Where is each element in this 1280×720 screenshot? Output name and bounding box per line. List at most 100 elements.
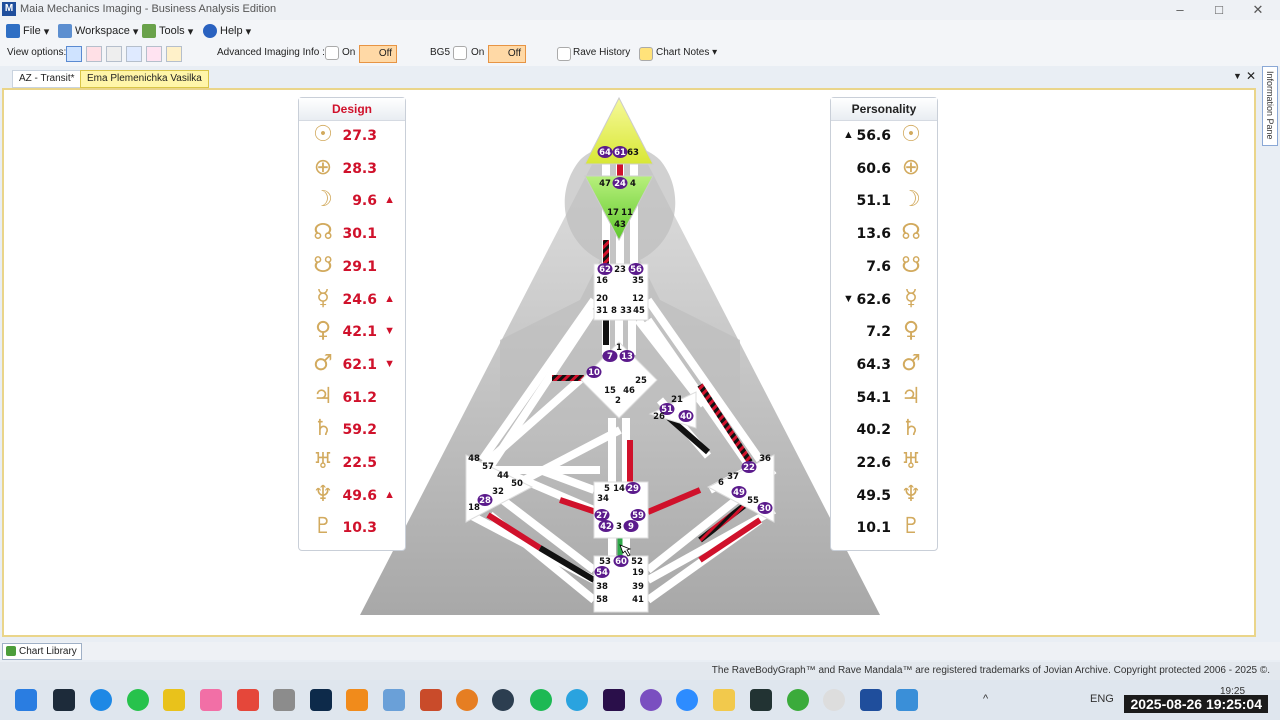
personality-planet-icon: ☊ [901,220,921,246]
gate-label: 2 [615,396,621,406]
personality-row: ☊ 13.6 [831,220,937,250]
chrome-icon[interactable] [787,689,809,711]
photoshop-icon[interactable] [310,689,332,711]
gate-label: 46 [623,386,635,396]
vlc-icon[interactable] [346,689,368,711]
design-row: ⊕ 28.3 [299,155,405,185]
design-gate-value: 9.6 [352,193,377,210]
gate-label: 33 [620,306,632,316]
gate-label: 37 [727,472,739,482]
design-arrow-icon: ▼ [384,325,395,338]
personality-gate-value: 10.1 [856,520,891,537]
gate-label: 22 [743,463,755,473]
design-row: ☋ 29.1 [299,253,405,283]
personality-gate-value: 56.6 [856,128,891,144]
personality-planet-icon: ♇ [901,514,921,540]
start-icon[interactable] [15,689,37,711]
language-indicator[interactable]: ENG [1090,693,1114,705]
gate-label: 61 [614,148,626,158]
edge-icon[interactable] [90,689,112,711]
gate-label: 36 [759,454,771,464]
gate-label: 20 [596,294,608,304]
design-row: ♆ 49.6 ▲ [299,482,405,512]
personality-row: ♃ 54.1 [831,384,937,414]
personality-gate-value: 13.6 [856,226,891,243]
gate-label: 47 [599,179,611,189]
km-player-icon[interactable] [163,689,185,711]
personality-row: ♂ 64.3 [831,351,937,381]
gate-label: 42 [600,522,612,532]
gate-label: 28 [479,496,491,506]
design-arrow-icon: ▲ [384,488,395,501]
terminal-icon[interactable] [53,689,75,711]
whatsapp-icon[interactable] [127,689,149,711]
gate-label: 7 [607,352,613,362]
gate-label: 17 [607,208,619,218]
design-planet-icon: ♆ [313,481,333,507]
design-gate-value: 22.5 [342,455,377,471]
design-planet-icon: ☉ [313,122,333,147]
tray-chevron-icon[interactable]: ^ [983,693,988,705]
personality-arrow-icon: ▼ [843,292,854,305]
personality-title: Personality [831,98,937,121]
gate-label: 54 [596,568,608,578]
clock-app-icon[interactable] [823,689,845,711]
design-row: ♇ 10.3 [299,514,405,544]
file-explorer-icon[interactable] [713,689,735,711]
design-planet-icon: ☋ [313,252,333,278]
personality-row: ♅ 22.6 [831,449,937,479]
anydesk-icon[interactable] [237,689,259,711]
design-gate-value: 24.6 [342,291,377,308]
personality-gate-value: 7.2 [866,324,891,341]
personality-gate-value: 51.1 [856,193,891,210]
design-row: ☉ 27.3 [299,122,405,152]
gate-label: 23 [614,265,626,275]
app-kinemaster-icon[interactable] [750,689,772,711]
spotify-icon[interactable] [530,689,552,711]
design-planet-icon: ♅ [313,449,333,474]
design-arrow-icon: ▲ [384,292,395,305]
gate-label: 21 [671,395,683,405]
gate-label: 24 [614,179,626,189]
design-planet-icon: ♀ [314,318,332,344]
personality-planet-icon: ☋ [901,252,921,278]
gate-label: 48 [468,454,480,464]
design-planet-icon: ♄ [313,416,333,442]
itunes-icon[interactable] [200,689,222,711]
copyright-text: The RaveBodyGraph™ and Rave Mandala™ are… [711,665,1270,676]
gate-label: 34 [597,494,609,504]
personality-row: ♇ 10.1 [831,514,937,544]
personality-row: ☉ 56.6 ▲ [831,122,937,152]
usb-icon[interactable] [273,689,295,711]
powerpoint-icon[interactable] [420,689,442,711]
personality-row: ♄ 40.2 [831,416,937,446]
gate-label: 63 [627,148,639,158]
gate-label: 62 [599,265,611,275]
gate-label: 11 [621,208,633,218]
personality-row: ♀ 7.2 [831,318,937,348]
gate-label: 16 [596,276,608,286]
premiere-icon[interactable] [603,689,625,711]
maia-icon[interactable] [860,689,882,711]
design-gate-value: 29.1 [342,258,377,275]
design-title: Design [299,98,405,121]
gate-label: 25 [635,376,647,386]
personality-gate-value: 40.2 [856,422,891,439]
telegram-icon[interactable] [566,689,588,711]
bottom-bar: Chart Library [0,642,1280,660]
app-12-icon[interactable] [492,689,514,711]
search-app-icon[interactable] [456,689,478,711]
viber-icon[interactable] [640,689,662,711]
design-row: ♂ 62.1 ▼ [299,351,405,381]
snipping-icon[interactable] [383,689,405,711]
design-row: ☊ 30.1 [299,220,405,250]
gate-label: 49 [733,488,745,498]
gate-label: 5 [604,484,610,494]
zoom-icon[interactable] [676,689,698,711]
design-gate-value: 42.1 [342,324,377,341]
status-bar: The RaveBodyGraph™ and Rave Mandala™ are… [0,662,1280,680]
paint-icon[interactable] [896,689,918,711]
chart-library-icon [6,646,16,656]
personality-planet-icon: ♂ [901,350,921,376]
gate-label: 9 [628,522,634,532]
